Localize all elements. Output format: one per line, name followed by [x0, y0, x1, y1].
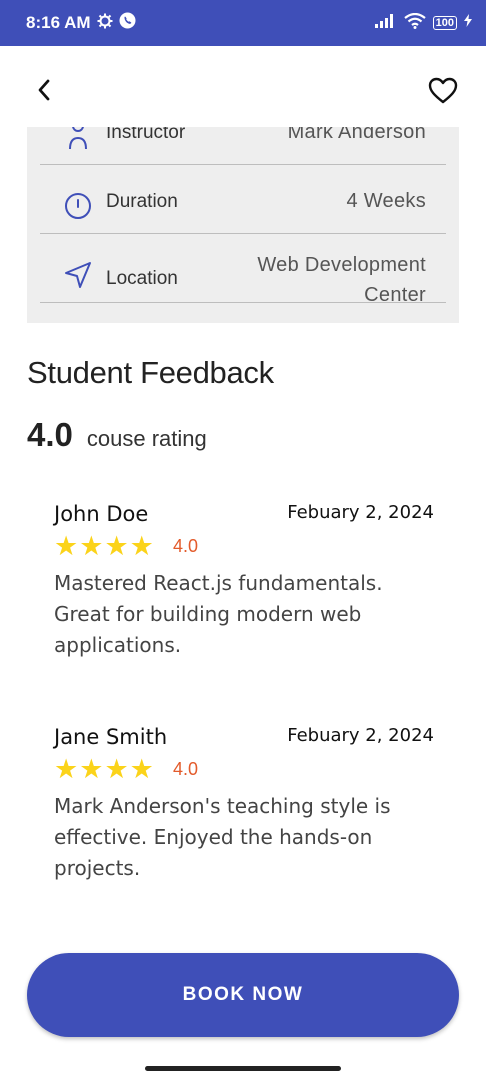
review-text: Mastered React.js fundamentals. Great fo… [54, 571, 383, 657]
heart-outline-icon [428, 77, 458, 103]
info-row-instructor: Instructor Mark Anderson [40, 127, 446, 165]
app-bar [0, 62, 486, 116]
reviewer-name: John Doe [54, 502, 149, 526]
back-button[interactable] [28, 74, 60, 106]
star-rating: ★ ★ ★ ★ [54, 755, 154, 783]
home-indicator[interactable] [145, 1066, 341, 1071]
info-row-duration: Duration 4 Weeks [40, 165, 446, 234]
star-icon: ★ [79, 754, 104, 784]
chevron-left-icon [38, 79, 50, 101]
review-date: Febuary 2, 2024 [287, 725, 434, 746]
reviewer-name: Jane Smith [54, 725, 168, 749]
course-info-card: Instructor Mark Anderson Duration 4 Week… [27, 127, 459, 323]
star-icon: ★ [54, 531, 79, 561]
section-title: Student Feedback [27, 355, 274, 390]
review-text: Mark Anderson's teaching style is effect… [54, 794, 391, 880]
star-icon: ★ [129, 754, 154, 784]
person-icon [62, 127, 94, 153]
review-score: 4.0 [173, 536, 199, 556]
clock-icon [62, 192, 94, 220]
star-rating: ★ ★ ★ ★ [54, 532, 154, 560]
star-icon: ★ [54, 754, 79, 784]
battery-level: 100 [432, 16, 457, 30]
review-card: John Doe Febuary 2, 2024 ★ ★ ★ ★ 4.0 Mas… [54, 502, 434, 672]
star-icon: ★ [79, 531, 104, 561]
star-icon: ★ [104, 754, 129, 784]
info-value-line-1: Web Development [257, 254, 426, 276]
info-label: Location [106, 268, 178, 289]
status-left: 8:16 AM [26, 12, 136, 34]
info-value-line-2: Center [364, 284, 426, 306]
charging-bolt-icon [464, 14, 472, 32]
location-arrow-icon [62, 260, 94, 290]
review-card: Jane Smith Febuary 2, 2024 ★ ★ ★ ★ 4.0 M… [54, 725, 434, 895]
star-icon: ★ [104, 531, 129, 561]
favorite-button[interactable] [426, 74, 460, 106]
whatsapp-icon [119, 12, 136, 34]
status-bar: 8:16 AM 100 [0, 0, 486, 46]
info-label: Duration [106, 191, 178, 212]
review-date: Febuary 2, 2024 [287, 502, 434, 523]
status-time: 8:16 AM [26, 13, 91, 32]
info-label: Instructor [106, 127, 186, 143]
review-score: 4.0 [173, 759, 199, 779]
status-right: 100 [374, 12, 472, 34]
star-icon: ★ [129, 531, 154, 561]
signal-icon [374, 13, 397, 33]
settings-gear-icon [97, 13, 113, 34]
info-value: 4 Weeks [346, 190, 426, 212]
wifi-icon [403, 12, 426, 34]
info-value: Mark Anderson [287, 127, 426, 143]
rating-value: 4.0 [27, 416, 73, 453]
overall-rating: 4.0 couse rating [27, 416, 207, 454]
info-row-location: Location Web Development Center [40, 234, 446, 306]
book-now-button[interactable]: BOOK NOW [27, 953, 459, 1037]
rating-caption: couse rating [86, 426, 207, 451]
